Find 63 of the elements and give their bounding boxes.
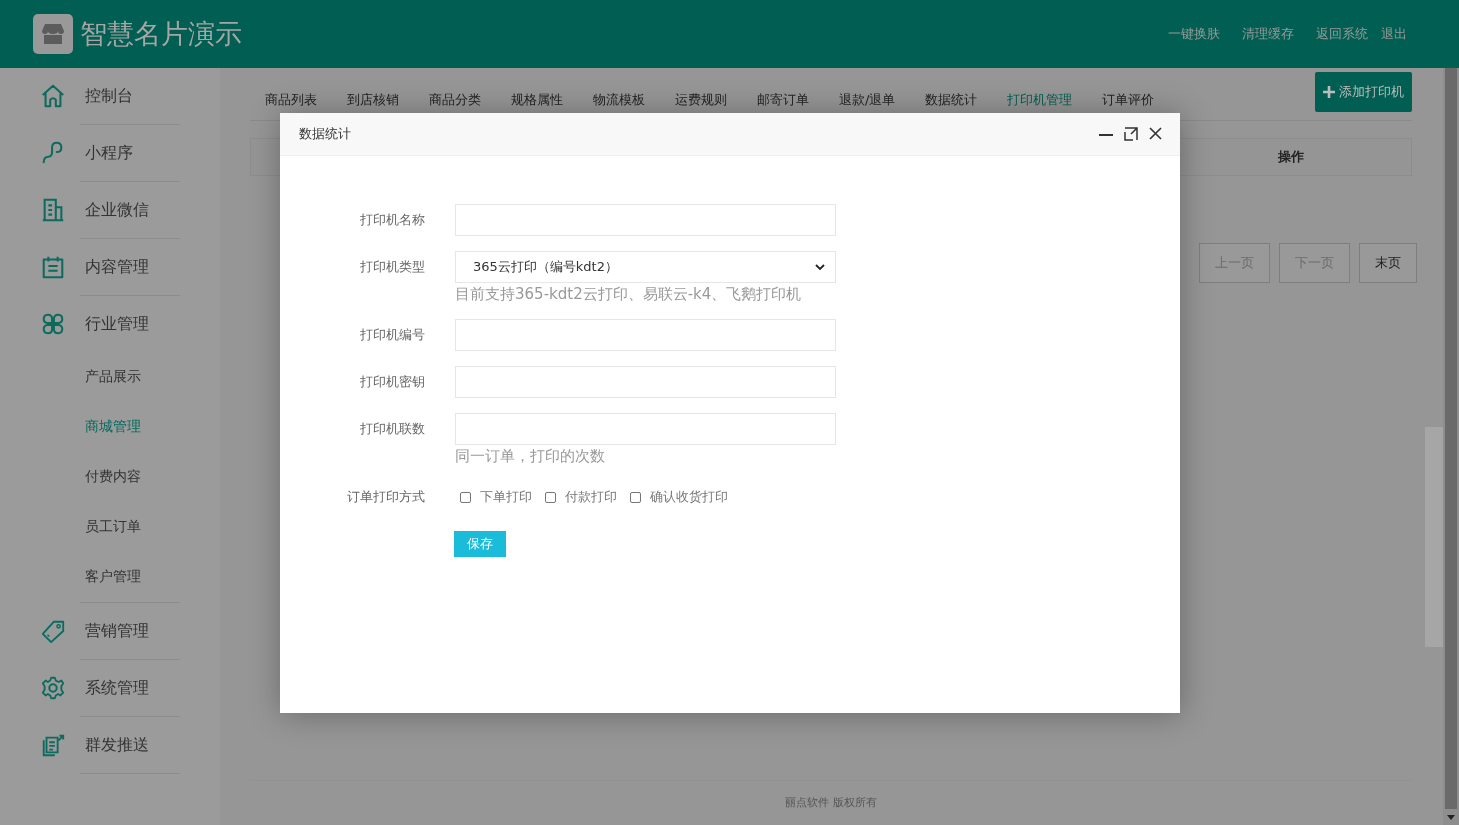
field-hint: 同一订单，打印的次数: [455, 446, 606, 467]
field-label: 打印机密钥: [359, 373, 425, 391]
menu-item[interactable]: 内容管理: [0, 239, 220, 295]
close-icon[interactable]: [1149, 127, 1162, 140]
header-link[interactable]: 返回系统: [1316, 25, 1368, 43]
menu-item[interactable]: 行业管理: [0, 296, 220, 352]
submenu-item[interactable]: 客户管理: [0, 552, 220, 602]
column-header: 操作: [1277, 148, 1305, 166]
field-label: 打印机联数: [359, 420, 425, 438]
tab[interactable]: 物流模板: [578, 90, 660, 110]
field-label: 打印机类型: [359, 258, 425, 276]
field-label: 打印机编号: [359, 326, 425, 344]
maximize-icon[interactable]: [1124, 127, 1138, 141]
scrollbar[interactable]: [1443, 68, 1459, 825]
submenu-item[interactable]: 商城管理: [0, 402, 220, 452]
tab[interactable]: 退款/退单: [824, 90, 911, 110]
tab[interactable]: 邮寄订单: [742, 90, 824, 110]
menu-item[interactable]: 企业微信: [0, 182, 220, 238]
print-mode-checkbox[interactable]: 下单打印: [455, 488, 532, 506]
calendar-icon: [40, 254, 66, 280]
tab[interactable]: 商品列表: [250, 90, 332, 110]
print-mode-checkbox[interactable]: 付款打印: [540, 488, 617, 506]
field-label: 订单打印方式: [346, 488, 425, 506]
submenu-item[interactable]: 产品展示: [0, 352, 220, 402]
input-field[interactable]: [455, 319, 836, 351]
home-icon: [40, 83, 66, 109]
building-icon: [40, 197, 66, 223]
printer-type-select[interactable]: 365云打印（编号kdt2）: [455, 251, 836, 283]
pagination-button[interactable]: 末页: [1359, 243, 1417, 283]
input-field[interactable]: [455, 204, 836, 236]
menu-item[interactable]: 小程序: [0, 125, 220, 181]
header-link[interactable]: 退出: [1381, 25, 1407, 43]
submenu-item[interactable]: 付费内容: [0, 452, 220, 502]
dialog-title: 数据统计: [299, 125, 352, 143]
app-title: 智慧名片演示: [80, 17, 242, 51]
print-mode-checkbox[interactable]: 确认收货打印: [625, 488, 728, 506]
tag-icon: [40, 618, 66, 644]
chevron-down-icon: [815, 263, 825, 271]
header-link[interactable]: 一键换肤: [1168, 25, 1220, 43]
submenu-item[interactable]: 员工订单: [0, 502, 220, 552]
input-field[interactable]: [455, 366, 836, 398]
logo-icon: [33, 14, 73, 54]
menu-item[interactable]: 系统管理: [0, 660, 220, 716]
tab[interactable]: 商品分类: [414, 90, 496, 110]
header-link[interactable]: 清理缓存: [1242, 25, 1294, 43]
tab[interactable]: 到店核销: [332, 90, 414, 110]
menu-item[interactable]: 营销管理: [0, 603, 220, 659]
grid-icon: [40, 311, 66, 337]
tab[interactable]: 打印机管理: [992, 90, 1088, 110]
menu-item[interactable]: 控制台: [0, 68, 220, 124]
settings-icon: [40, 675, 66, 701]
menu-item[interactable]: 群发推送: [0, 717, 220, 773]
field-label: 打印机名称: [359, 211, 425, 229]
tab[interactable]: 订单评价: [1087, 90, 1170, 110]
document-icon: [40, 732, 66, 758]
field-hint: 目前支持365-kdt2云打印、易联云-k4、飞鹅打印机: [455, 284, 803, 305]
add-printer-button[interactable]: 添加打印机: [1315, 72, 1412, 112]
scroll-down-icon[interactable]: [1447, 814, 1455, 820]
tab[interactable]: 运费规则: [660, 90, 742, 110]
input-field[interactable]: [455, 413, 836, 445]
tab[interactable]: 规格属性: [496, 90, 578, 110]
tab[interactable]: 数据统计: [910, 90, 993, 110]
plus-icon: [1323, 86, 1335, 98]
